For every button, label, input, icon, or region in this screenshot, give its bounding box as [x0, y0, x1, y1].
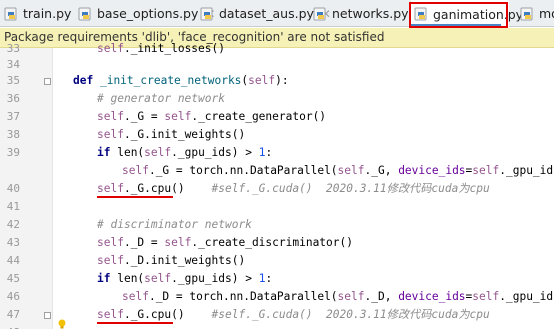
tab-label: base_options.py — [97, 6, 199, 21]
code-text: self._G.init_weights() — [97, 128, 246, 141]
line-number: 37 — [6, 110, 20, 123]
line-number: 38 — [6, 128, 20, 141]
code-comment: # discriminator network — [97, 218, 252, 231]
tab-label: train.py — [23, 6, 72, 21]
line-number: 39 — [6, 146, 20, 159]
line-number: 47 — [6, 308, 20, 321]
line-number: 40 — [6, 182, 20, 195]
code-text: self._G = torch.nn.DataParallel(self._G,… — [122, 164, 554, 177]
red-highlight-box — [409, 2, 508, 28]
tab-base-options[interactable]: base_options.py ✕ — [78, 0, 215, 27]
fold-icon[interactable] — [44, 78, 51, 85]
line-number: 43 — [6, 236, 20, 249]
tab-more[interactable]: mo — [520, 0, 554, 27]
lightbulb-icon[interactable] — [58, 319, 66, 329]
python-file-icon — [313, 7, 327, 21]
fold-icon[interactable] — [44, 312, 51, 319]
code-line: 35 def _init_create_networks(self): — [0, 72, 554, 90]
code-line: 48 — [0, 324, 554, 329]
code-text: if len(self._gpu_ids) > 1: — [97, 146, 273, 159]
code-text: def _init_create_networks(self): — [73, 74, 289, 87]
code-line: self._G = torch.nn.DataParallel(self._G,… — [0, 162, 554, 180]
line-number: 36 — [6, 92, 20, 105]
python-file-icon — [4, 7, 18, 21]
code-editor[interactable]: 33 self._init_losses() 34 35 def _init_c… — [0, 42, 554, 329]
line-number: 48 — [0, 324, 20, 329]
line-number: 35 — [6, 74, 20, 87]
tab-label: dataset_aus.py — [219, 6, 314, 21]
line-number: 45 — [6, 272, 20, 285]
code-text: self._D.init_weights() — [97, 254, 246, 267]
code-line: 36 # generator network — [0, 90, 554, 108]
line-number: 41 — [6, 200, 20, 213]
code-line: 45 if len(self._gpu_ids) > 1: — [0, 270, 554, 288]
tab-dataset-aus[interactable]: dataset_aus.py ✕ — [200, 0, 331, 27]
code-line: 42 # discriminator network — [0, 216, 554, 234]
tab-label: networks.py — [332, 6, 409, 21]
code-line: 44 self._D.init_weights() — [0, 252, 554, 270]
code-line: 41 — [0, 198, 554, 216]
code-line: 43 self._D = self._create_discriminator(… — [0, 234, 554, 252]
tab-train[interactable]: train.py ✕ — [4, 0, 88, 27]
tab-label: mo — [539, 6, 554, 21]
code-text: self._D = self._create_discriminator() — [97, 236, 353, 249]
line-number: 42 — [6, 218, 20, 231]
code-line: 40 self._G.cpu() #self._G.cuda() 2020.3.… — [0, 180, 554, 198]
code-line: 47 self._G.cpu() #self._G.cuda() 2020.3.… — [0, 306, 554, 324]
python-file-icon — [78, 7, 92, 21]
line-number: 46 — [6, 290, 20, 303]
code-line: 38 self._G.init_weights() — [0, 126, 554, 144]
code-line: 46 self._D = torch.nn.DataParallel(self.… — [0, 288, 554, 306]
code-line: 37 self._G = self._create_generator() — [0, 108, 554, 126]
code-text: if len(self._gpu_ids) > 1: — [97, 272, 273, 285]
code-comment: # generator network — [97, 92, 225, 105]
code-text: self._G = self._create_generator() — [97, 110, 327, 123]
line-number: 44 — [6, 254, 20, 267]
python-file-icon — [520, 7, 534, 21]
editor-tab-bar: train.py ✕ base_options.py ✕ dataset_aus… — [0, 0, 554, 28]
python-file-icon — [200, 7, 214, 21]
code-line: 39 if len(self._gpu_ids) > 1: — [0, 144, 554, 162]
code-text: self._D = torch.nn.DataParallel(self._D,… — [122, 290, 554, 303]
